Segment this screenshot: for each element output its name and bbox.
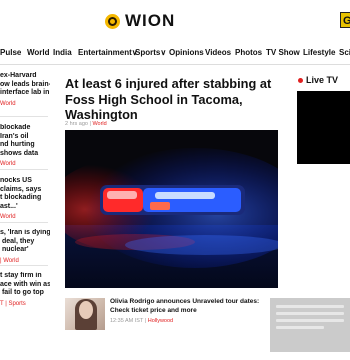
rail-divider	[0, 265, 48, 266]
nav-item-6[interactable]: Videos	[205, 48, 231, 57]
rail-story-title[interactable]: ex-Harvard ow leads brain- interface lab…	[0, 72, 50, 98]
rail-divider	[0, 222, 48, 223]
nav-item-1[interactable]: World	[27, 48, 50, 57]
article-meta: 2 hrs ago | World	[65, 121, 107, 127]
rail-story-title[interactable]: s, 'Iran is dying deal, they nuclear'	[0, 229, 50, 255]
rail-story-1[interactable]: blockade Iran's oil nd hurting shows dat…	[0, 124, 50, 167]
rail-story-3[interactable]: s, 'Iran is dying deal, they nuclear' | W…	[0, 229, 50, 264]
live-indicator-dot-icon	[298, 78, 303, 83]
related-story-meta: 12:35 AM IST | Hollywood	[110, 318, 173, 324]
live-tv-player[interactable]	[297, 91, 350, 164]
nav-item-3[interactable]: Entertainment∨	[78, 48, 138, 57]
article-hero-image	[65, 130, 278, 288]
live-tv-label[interactable]: Live TV	[306, 75, 338, 85]
thumbnail-face	[79, 301, 93, 319]
nav-item-8[interactable]: TV Show	[266, 48, 300, 57]
rail-divider	[0, 169, 48, 170]
article-time: 2 hrs ago	[65, 121, 88, 127]
header-corner-button[interactable]: G	[340, 12, 350, 28]
nav-item-7[interactable]: Photos	[235, 48, 262, 57]
overlay-popup[interactable]	[270, 298, 350, 352]
related-story-time: 12:35 AM IST	[110, 318, 144, 324]
wion-logo[interactable]: WION	[105, 11, 175, 31]
article-category-link[interactable]: World	[92, 121, 106, 127]
rail-story-category[interactable]: World	[0, 101, 50, 107]
main-nav: Pulse World India Entertainment∨ Sports∨ Opin…	[0, 44, 350, 65]
rail-story-2[interactable]: nocks US claims, says t blockading ast..…	[0, 177, 50, 220]
related-story-thumbnail[interactable]	[65, 298, 105, 330]
popup-text-line	[276, 319, 344, 322]
logo-text: WION	[125, 11, 176, 30]
nav-item-4[interactable]: Sports∨	[135, 48, 166, 57]
related-story-category-link[interactable]: Hollywood	[148, 318, 173, 324]
rail-story-0[interactable]: ex-Harvard ow leads brain- interface lab…	[0, 72, 50, 107]
rail-story-category[interactable]: World	[0, 161, 50, 167]
article-headline: At least 6 injured after stabbing at Fos…	[65, 76, 272, 123]
nav-item-5[interactable]: Opinions	[169, 48, 204, 57]
rail-divider	[0, 116, 48, 117]
rail-story-category[interactable]: | World	[0, 258, 50, 264]
rail-story-category[interactable]: T | Sports	[0, 301, 50, 307]
nav-item-10[interactable]: Scie	[339, 48, 350, 57]
rail-story-title[interactable]: nocks US claims, says t blockading ast..…	[0, 177, 50, 211]
popup-text-line	[276, 326, 324, 329]
nav-item-2[interactable]: India	[53, 48, 72, 57]
rail-story-title[interactable]: blockade Iran's oil nd hurting shows dat…	[0, 124, 50, 158]
rail-story-title[interactable]: t stay firm in ace with win as fail to g…	[0, 272, 50, 298]
nav-item-9[interactable]: Lifestyle	[303, 48, 335, 57]
popup-text-line	[276, 312, 344, 315]
popup-text-line	[276, 305, 344, 308]
rail-story-category[interactable]: World	[0, 214, 50, 220]
related-story-title[interactable]: Olivia Rodrigo announces Unraveled tour …	[110, 298, 280, 315]
rail-story-4[interactable]: t stay firm in ace with win as fail to g…	[0, 272, 50, 307]
police-lights-image	[65, 130, 278, 288]
wion-logo-mark-icon	[105, 13, 120, 29]
nav-item-0[interactable]: Pulse	[0, 48, 21, 57]
